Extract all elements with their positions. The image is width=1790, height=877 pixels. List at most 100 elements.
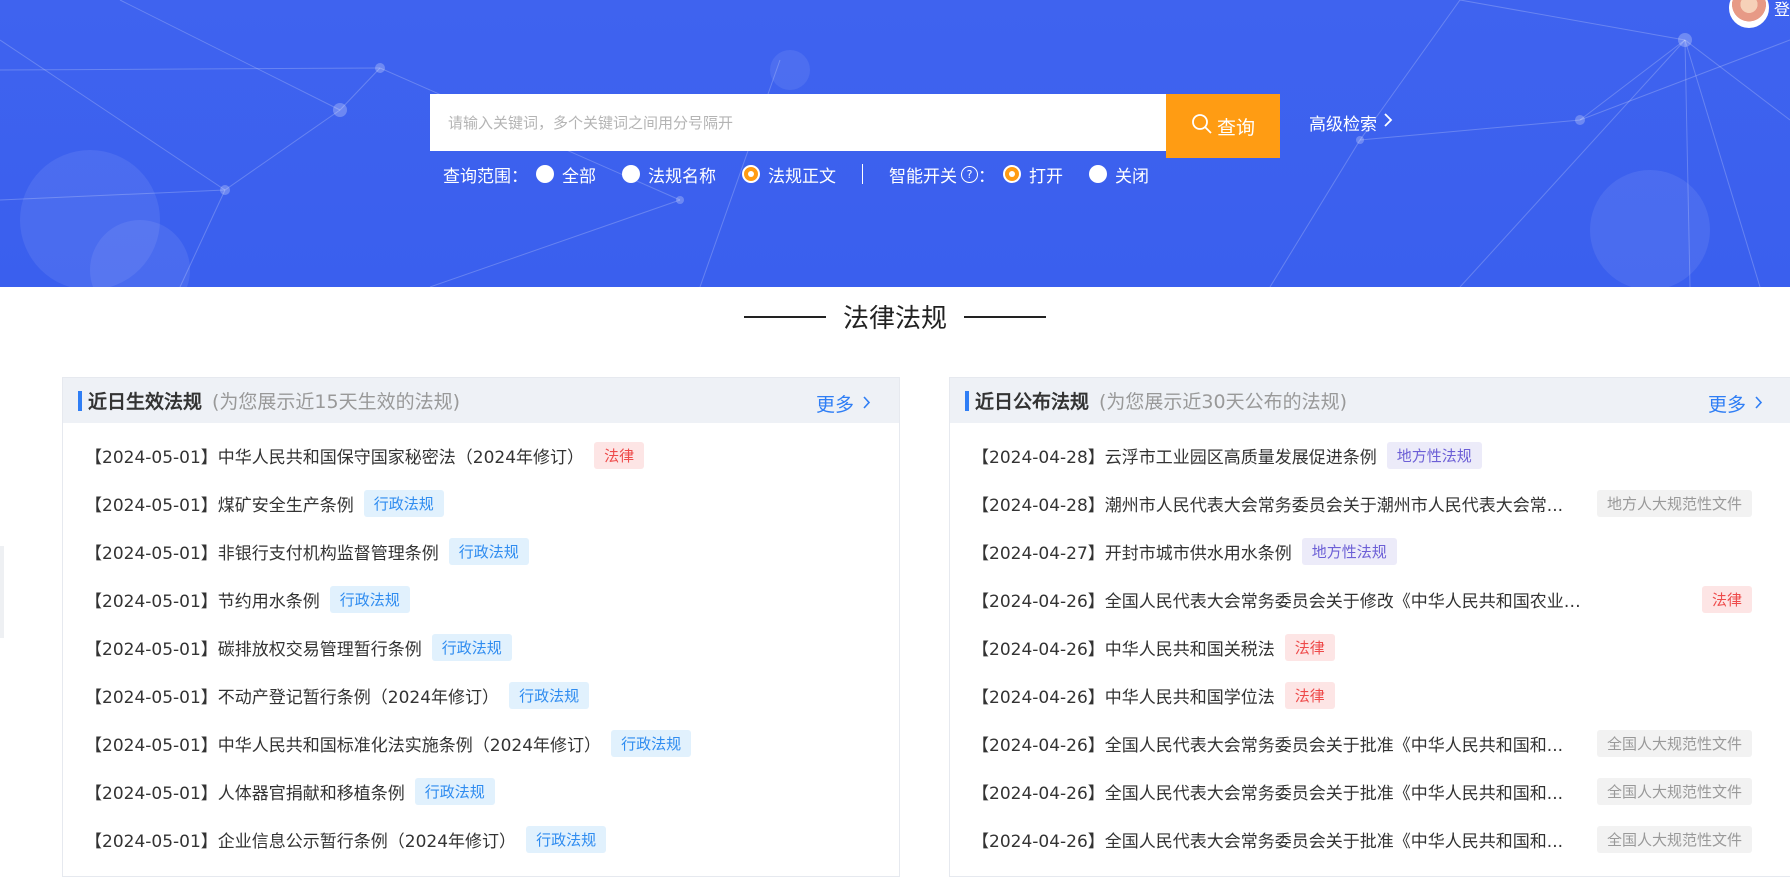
category-tag: 法律 bbox=[1284, 681, 1335, 709]
item-title-link[interactable]: 【2024-04-28】潮州市人民代表大会常务委员会关于潮州市人民代表大会常..… bbox=[972, 491, 1563, 516]
scope-option-all-label: 全部 bbox=[562, 166, 596, 187]
search-input[interactable] bbox=[430, 94, 1167, 151]
list-item[interactable]: 【2024-04-26】全国人民代表大会常务委员会关于修改《中华人民共和国农业技… bbox=[950, 575, 1790, 623]
category-tag: 全国人大规范性文件 bbox=[1596, 825, 1752, 853]
item-title-link[interactable]: 【2024-05-01】中华人民共和国保守国家秘密法（2024年修订） bbox=[85, 443, 584, 468]
list-item[interactable]: 【2024-05-01】煤矿安全生产条例 行政法规 bbox=[63, 479, 899, 527]
category-tag: 行政法规 bbox=[329, 585, 410, 613]
list-item[interactable]: 【2024-04-26】中华人民共和国关税法 法律 bbox=[950, 623, 1790, 671]
category-tag: 行政法规 bbox=[363, 489, 444, 517]
list-item[interactable]: 【2024-05-01】非银行支付机构监督管理条例 行政法规 bbox=[63, 527, 899, 575]
list-item[interactable]: 【2024-04-26】全国人民代表大会常务委员会关于批准《中华人民共和国和..… bbox=[950, 815, 1790, 863]
list-item[interactable]: 【2024-05-01】中华人民共和国保守国家秘密法（2024年修订） 法律 bbox=[63, 431, 899, 479]
chevron-right-icon bbox=[862, 393, 871, 415]
item-title-link[interactable]: 【2024-04-27】开封市城市供水用水条例 bbox=[972, 539, 1292, 564]
category-tag: 行政法规 bbox=[526, 825, 607, 853]
scope-option-all[interactable]: 全部 bbox=[536, 162, 596, 187]
advanced-search-link[interactable]: 高级检索 bbox=[1309, 110, 1393, 135]
item-title-link[interactable]: 【2024-05-01】中华人民共和国标准化法实施条例（2024年修订） bbox=[85, 731, 601, 756]
item-title-link[interactable]: 【2024-04-26】全国人民代表大会常务委员会关于批准《中华人民共和国和..… bbox=[972, 779, 1563, 804]
chevron-right-icon bbox=[1754, 393, 1763, 415]
category-tag: 法律 bbox=[1284, 633, 1335, 661]
title-line-right bbox=[964, 315, 1047, 318]
list-item[interactable]: 【2024-05-01】碳排放权交易管理暂行条例 行政法规 bbox=[63, 623, 899, 671]
panel-subtitle: (为您展示近15天生效的法规) bbox=[212, 391, 461, 413]
item-title-link[interactable]: 【2024-05-01】节约用水条例 bbox=[85, 587, 320, 612]
category-tag: 全国人大规范性文件 bbox=[1596, 777, 1752, 805]
smart-label-text: 智能开关 bbox=[889, 166, 957, 187]
item-title-link[interactable]: 【2024-04-26】中华人民共和国学位法 bbox=[972, 683, 1275, 708]
user-label[interactable]: 登 bbox=[1774, 0, 1790, 20]
list-item[interactable]: 【2024-04-28】云浮市工业园区高质量发展促进条例 地方性法规 bbox=[950, 431, 1790, 479]
category-tag: 行政法规 bbox=[611, 729, 692, 757]
list-item[interactable]: 【2024-05-01】人体器官捐献和移植条例 行政法规 bbox=[63, 767, 899, 815]
list-item[interactable]: 【2024-04-27】开封市城市供水用水条例 地方性法规 bbox=[950, 527, 1790, 575]
category-tag: 行政法规 bbox=[509, 681, 590, 709]
search-icon bbox=[1191, 113, 1213, 140]
published-list: 【2024-04-28】云浮市工业园区高质量发展促进条例 地方性法规 【2024-0… bbox=[950, 423, 1790, 863]
edge-tab bbox=[0, 546, 4, 638]
category-tag: 地方性法规 bbox=[1301, 537, 1397, 565]
panel-title: 近日公布法规 bbox=[975, 391, 1090, 413]
item-title-link[interactable]: 【2024-04-26】全国人民代表大会常务委员会关于批准《中华人民共和国和..… bbox=[972, 827, 1563, 852]
category-tag: 地方人大规范性文件 bbox=[1596, 489, 1752, 517]
list-item[interactable]: 【2024-05-01】中华人民共和国标准化法实施条例（2024年修订） 行政法规 bbox=[63, 719, 899, 767]
section-title-text: 法律法规 bbox=[842, 304, 947, 334]
section-title: 法律法规 bbox=[0, 298, 1790, 335]
chevron-right-icon bbox=[1383, 112, 1393, 133]
item-title-link[interactable]: 【2024-05-01】非银行支付机构监督管理条例 bbox=[85, 539, 439, 564]
panel-header: 近日公布法规 (为您展示近30天公布的法规) 更多 bbox=[950, 378, 1790, 423]
scope-option-title[interactable]: 法规名称 bbox=[622, 162, 716, 187]
search-options: 查询范围： 全部 法规名称 法规正文 智能开关 ? ： 打开 关闭 bbox=[443, 162, 1175, 187]
scope-option-title-label: 法规名称 bbox=[648, 166, 716, 187]
scope-label: 查询范围： bbox=[443, 166, 528, 187]
search-button-label: 查询 bbox=[1216, 116, 1255, 139]
radio-on[interactable] bbox=[1003, 165, 1021, 183]
question-circle-icon[interactable]: ? bbox=[961, 165, 978, 183]
category-tag: 地方性法规 bbox=[1386, 441, 1482, 469]
list-item[interactable]: 【2024-04-26】全国人民代表大会常务委员会关于批准《中华人民共和国和..… bbox=[950, 719, 1790, 767]
search-button[interactable]: 查询 bbox=[1166, 94, 1280, 158]
item-title-link[interactable]: 【2024-05-01】碳排放权交易管理暂行条例 bbox=[85, 635, 422, 660]
category-tag: 行政法规 bbox=[431, 633, 512, 661]
category-tag: 行政法规 bbox=[448, 537, 529, 565]
list-item[interactable]: 【2024-04-28】潮州市人民代表大会常务委员会关于潮州市人民代表大会常..… bbox=[950, 479, 1790, 527]
list-item[interactable]: 【2024-05-01】企业信息公示暂行条例（2024年修订） 行政法规 bbox=[63, 815, 899, 863]
smart-option-on-label: 打开 bbox=[1029, 166, 1063, 187]
panel-title: 近日生效法规 bbox=[88, 391, 203, 413]
item-title-link[interactable]: 【2024-05-01】不动产登记暂行条例（2024年修订） bbox=[85, 683, 499, 708]
item-title-link[interactable]: 【2024-05-01】人体器官捐献和移植条例 bbox=[85, 779, 405, 804]
category-tag: 法律 bbox=[1701, 585, 1752, 613]
smart-option-on[interactable]: 打开 bbox=[1003, 162, 1063, 187]
item-title-link[interactable]: 【2024-04-26】全国人民代表大会常务委员会关于修改《中华人民共和国农业技… bbox=[972, 587, 1582, 612]
list-item[interactable]: 【2024-05-01】不动产登记暂行条例（2024年修订） 行政法规 bbox=[63, 671, 899, 719]
item-title-link[interactable]: 【2024-04-28】云浮市工业园区高质量发展促进条例 bbox=[972, 443, 1377, 468]
more-link[interactable]: 更多 bbox=[816, 390, 871, 417]
scope-option-body-label: 法规正文 bbox=[768, 166, 836, 187]
smart-label-colon: ： bbox=[978, 166, 995, 187]
more-link-label: 更多 bbox=[1707, 394, 1746, 416]
list-item[interactable]: 【2024-04-26】全国人民代表大会常务委员会关于批准《中华人民共和国和..… bbox=[950, 767, 1790, 815]
effective-list: 【2024-05-01】中华人民共和国保守国家秘密法（2024年修订） 法律 【20… bbox=[63, 423, 899, 863]
panel-header: 近日生效法规 (为您展示近15天生效的法规) 更多 bbox=[63, 378, 899, 423]
smart-option-off-label: 关闭 bbox=[1115, 166, 1149, 187]
advanced-search-label: 高级检索 bbox=[1309, 115, 1377, 135]
item-title-link[interactable]: 【2024-05-01】企业信息公示暂行条例（2024年修订） bbox=[85, 827, 516, 852]
more-link-label: 更多 bbox=[815, 394, 854, 416]
list-item[interactable]: 【2024-04-26】中华人民共和国学位法 法律 bbox=[950, 671, 1790, 719]
recent-published-panel: 近日公布法规 (为您展示近30天公布的法规) 更多 【2024-04-28】云浮… bbox=[949, 377, 1790, 877]
item-title-link[interactable]: 【2024-04-26】全国人民代表大会常务委员会关于批准《中华人民共和国和..… bbox=[972, 731, 1563, 756]
search-box bbox=[430, 94, 1167, 151]
category-tag: 行政法规 bbox=[414, 777, 495, 805]
options-divider bbox=[862, 164, 863, 184]
item-title-link[interactable]: 【2024-04-26】中华人民共和国关税法 bbox=[972, 635, 1275, 660]
item-title-link[interactable]: 【2024-05-01】煤矿安全生产条例 bbox=[85, 491, 354, 516]
smart-option-off[interactable]: 关闭 bbox=[1089, 162, 1149, 187]
more-link[interactable]: 更多 bbox=[1708, 390, 1763, 417]
radio-body[interactable] bbox=[742, 165, 760, 183]
radio-off[interactable] bbox=[1089, 165, 1107, 183]
list-item[interactable]: 【2024-05-01】节约用水条例 行政法规 bbox=[63, 575, 899, 623]
radio-title[interactable] bbox=[622, 165, 640, 183]
scope-option-body[interactable]: 法规正文 bbox=[742, 162, 836, 187]
radio-all[interactable] bbox=[536, 165, 554, 183]
